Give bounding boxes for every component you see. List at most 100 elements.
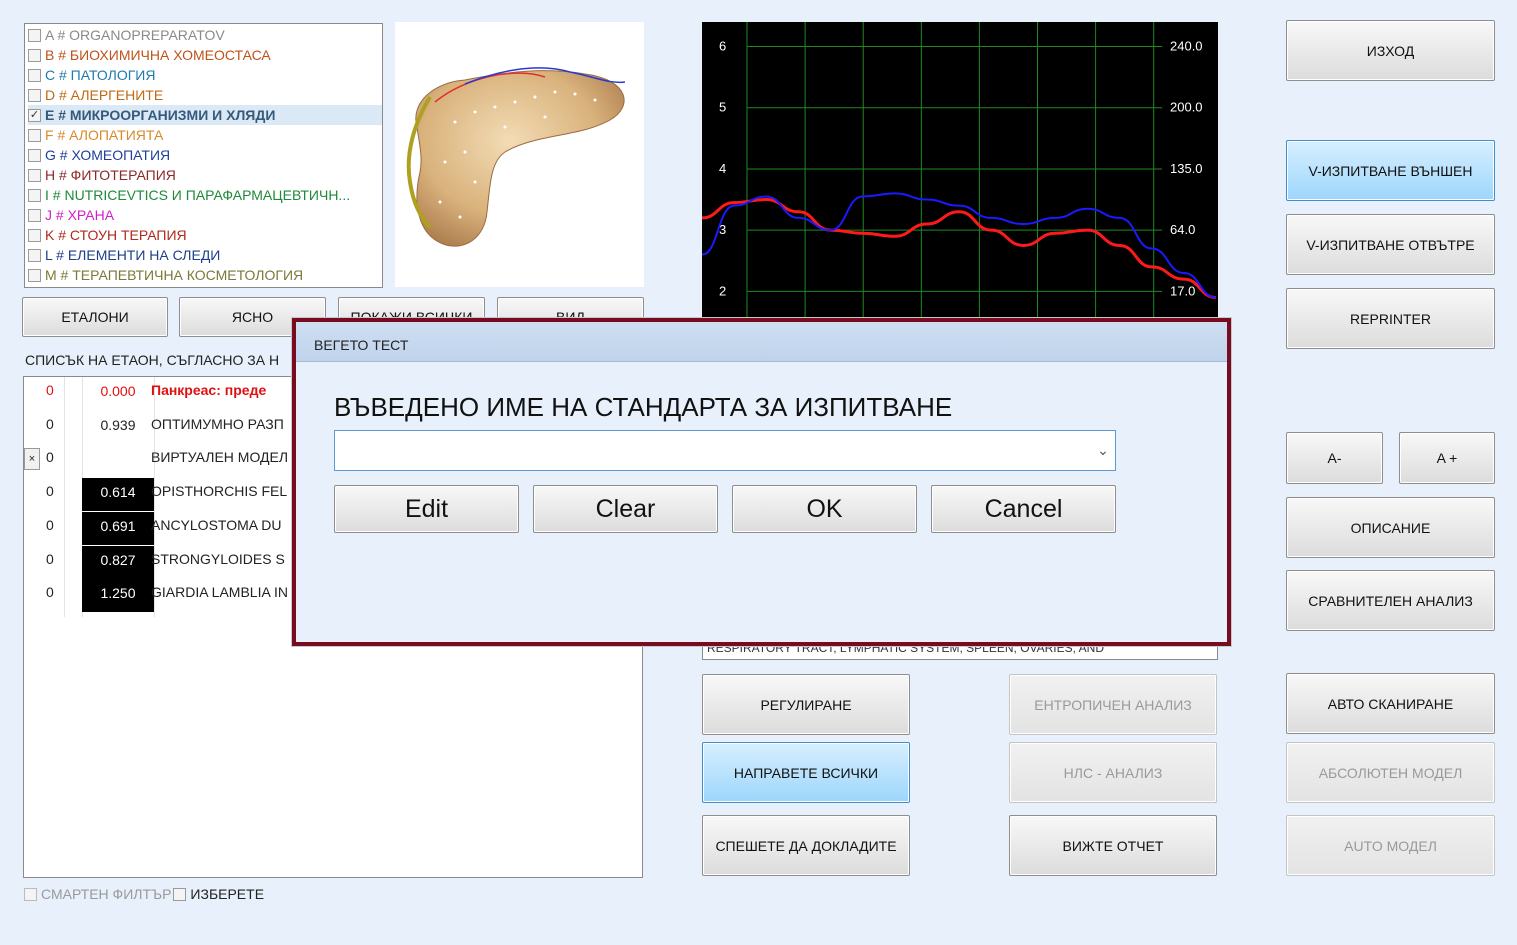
choose-checkbox[interactable] (173, 887, 187, 901)
category-label: D # АЛЕРГЕНИТЕ (45, 87, 164, 103)
category-checkbox[interactable] (28, 228, 41, 242)
category-checkbox[interactable] (28, 28, 41, 42)
right-tick-label: 64.0 (1170, 222, 1195, 237)
clear-button[interactable]: Clear (533, 485, 718, 533)
left-tick-label: 4 (719, 161, 726, 176)
category-checkbox[interactable] (28, 128, 41, 142)
description-strip: RESPIRATORY TRACT, LYMPHATIC SYSTEM, SPL… (702, 646, 1218, 660)
do-all-button[interactable]: НАПРАВЕТЕ ВСИЧКИ (702, 742, 910, 803)
vegeto-test-dialog: ВЕГЕТО ТЕСТ ВЪВЕДЕНО ИМЕ НА СТАНДАРТА ЗА… (292, 318, 1231, 646)
dialog-title: ВЕГЕТО ТЕСТ (296, 322, 1227, 362)
category-label: G # ХОМЕОПАТИЯ (45, 147, 171, 163)
row-count: 0 (46, 516, 54, 533)
description-button[interactable]: ОПИСАНИЕ (1286, 497, 1495, 558)
row-count: 0 (46, 449, 54, 466)
edit-button[interactable]: Edit (334, 485, 519, 533)
category-item[interactable]: C # ПАТОЛОГИЯ (28, 65, 382, 85)
category-checkbox[interactable] (28, 208, 41, 222)
row-count: 0 (46, 382, 54, 398)
standard-name-combobox[interactable]: ⌄ (334, 430, 1116, 471)
close-icon[interactable]: × (24, 448, 40, 471)
ok-button[interactable]: OK (732, 485, 917, 533)
smart-filter-checkbox[interactable] (24, 887, 37, 901)
category-label: E # МИКРООРГАНИЗМИ И ХЛЯДИ (45, 107, 276, 123)
row-title: ВИРТУАЛЕН МОДЕЛ (151, 449, 289, 466)
category-item[interactable]: D # АЛЕРГЕНИТЕ (28, 85, 382, 105)
category-checkbox[interactable] (28, 68, 41, 82)
absolute-model-button[interactable]: АБСОЛЮТЕН МОДЕЛ (1286, 742, 1495, 803)
hurry-report-button[interactable]: СПЕШЕТЕ ДА ДОКЛАДИТЕ (702, 815, 910, 876)
category-item[interactable]: I # NUTRICEVTICS И ПАРАФАРМАЦЕВТИЧН... (28, 185, 382, 205)
category-checkbox[interactable] (28, 148, 41, 162)
bottom-options: СМАРТЕН ФИЛТЪР ИЗБЕРЕТЕ (24, 886, 264, 902)
etalon-list-heading: СПИСЪК НА ЕТАОН, СЪГЛАСНО ЗА Н (25, 352, 280, 368)
category-item[interactable]: J # ХРАНА (28, 205, 382, 225)
category-list: A # ORGANOPREPARATOV B # БИОХИМИЧНА ХОМЕО… (24, 23, 383, 288)
right-tick-label: 240.0 (1170, 38, 1203, 53)
row-title: GIARDIA LAMBLIA IN (151, 584, 288, 601)
category-label: C # ПАТОЛОГИЯ (45, 67, 156, 83)
left-tick-label: 5 (719, 100, 726, 115)
category-label: F # АЛОПАТИЯТА (45, 127, 164, 143)
category-checkbox[interactable] (28, 88, 41, 102)
category-item[interactable]: B # БИОХИМИЧНА ХОМЕОСТАСА (28, 45, 382, 65)
row-count: 0 (46, 415, 54, 432)
category-checkbox[interactable] (28, 268, 41, 282)
right-tick-label: 17.0 (1170, 283, 1195, 298)
row-title: Панкреас: преде (151, 382, 267, 398)
pancreas-image (395, 22, 644, 287)
chart-background (702, 22, 1218, 322)
category-checkbox[interactable] (28, 248, 41, 262)
auto-model-button[interactable]: AUTO МОДЕЛ (1286, 815, 1495, 876)
row-value: 0.000 (100, 383, 136, 399)
category-label: B # БИОХИМИЧНА ХОМЕОСТАСА (45, 47, 271, 63)
row-title: ANCYLOSTOMA DU (151, 516, 282, 533)
row-count: 0 (46, 584, 54, 601)
category-label: H # ФИТОТЕРАПИЯ (45, 167, 176, 183)
entropy-analysis-button[interactable]: ЕНТРОПИЧЕН АНАЛИЗ (1009, 674, 1217, 735)
nls-analysis-button[interactable]: НЛС - АНАЛИЗ (1009, 742, 1217, 803)
category-item[interactable]: H # ФИТОТЕРАПИЯ (28, 165, 382, 185)
category-item[interactable]: G # ХОМЕОПАТИЯ (28, 145, 382, 165)
category-item[interactable]: ✓ E # МИКРООРГАНИЗМИ И ХЛЯДИ (28, 105, 382, 125)
regulate-button[interactable]: РЕГУЛИРАНЕ (702, 674, 910, 735)
right-tick-label: 200.0 (1170, 100, 1203, 115)
standard-name-input[interactable] (335, 431, 1091, 470)
category-item[interactable]: L # ЕЛЕМЕНТИ НА СЛЕДИ (28, 245, 382, 265)
row-value: 0.691 (82, 511, 154, 545)
chart-svg: 6 240.05 200.04 135.03 64.02 17.0 (701, 22, 1218, 322)
chevron-down-icon[interactable]: ⌄ (1091, 442, 1115, 459)
category-checkbox[interactable]: ✓ (28, 108, 41, 122)
cancel-button[interactable]: Cancel (931, 485, 1116, 533)
row-title: ОПТИМУМНО РАЗП (151, 415, 284, 432)
row-value (82, 444, 154, 477)
row-count: 0 (46, 483, 54, 500)
see-report-button[interactable]: ВИЖТЕ ОТЧЕТ (1009, 815, 1217, 876)
a-plus-button[interactable]: A + (1399, 432, 1495, 484)
category-label: L # ЕЛЕМЕНТИ НА СЛЕДИ (45, 247, 221, 263)
comparative-analysis-button[interactable]: СРАВНИТЕЛЕН АНАЛИЗ (1286, 570, 1495, 631)
v-test-internal-button[interactable]: V-ИЗПИТВАНЕ ОТВЪТРЕ (1286, 214, 1495, 275)
category-item[interactable]: K # СТОУН ТЕРАПИЯ (28, 225, 382, 245)
right-tick-label: 135.0 (1170, 161, 1203, 176)
exit-button[interactable]: ИЗХОД (1286, 20, 1495, 81)
category-item[interactable]: F # АЛОПАТИЯТА (28, 125, 382, 145)
category-label: M # ТЕРАПЕВТИЧНА КОСМЕТОЛОГИЯ (45, 267, 304, 283)
category-label: I # NUTRICEVTICS И ПАРАФАРМАЦЕВТИЧН... (45, 187, 351, 203)
etaloni-button[interactable]: ЕТАЛОНИ (22, 297, 168, 337)
a-minus-button[interactable]: A- (1286, 432, 1383, 484)
row-count: 0 (46, 550, 54, 567)
category-item[interactable]: A # ORGANOPREPARATOV (28, 25, 382, 45)
category-label: A # ORGANOPREPARATOV (45, 27, 225, 43)
category-label: K # СТОУН ТЕРАПИЯ (45, 227, 187, 243)
reprinter-button[interactable]: REPRINTER (1286, 288, 1495, 349)
auto-scan-button[interactable]: АВТО СКАНИРАНЕ (1286, 673, 1495, 734)
category-checkbox[interactable] (28, 188, 41, 202)
row-value: 0.827 (82, 545, 154, 579)
category-checkbox[interactable] (28, 48, 41, 62)
row-value: 0.614 (82, 478, 154, 512)
v-test-external-button[interactable]: V-ИЗПИТВАНЕ ВЪНШЕН (1286, 140, 1495, 201)
category-checkbox[interactable] (28, 168, 41, 182)
category-item[interactable]: M # ТЕРАПЕВТИЧНА КОСМЕТОЛОГИЯ (28, 265, 382, 285)
smart-filter-label: СМАРТЕН ФИЛТЪР (41, 886, 172, 902)
